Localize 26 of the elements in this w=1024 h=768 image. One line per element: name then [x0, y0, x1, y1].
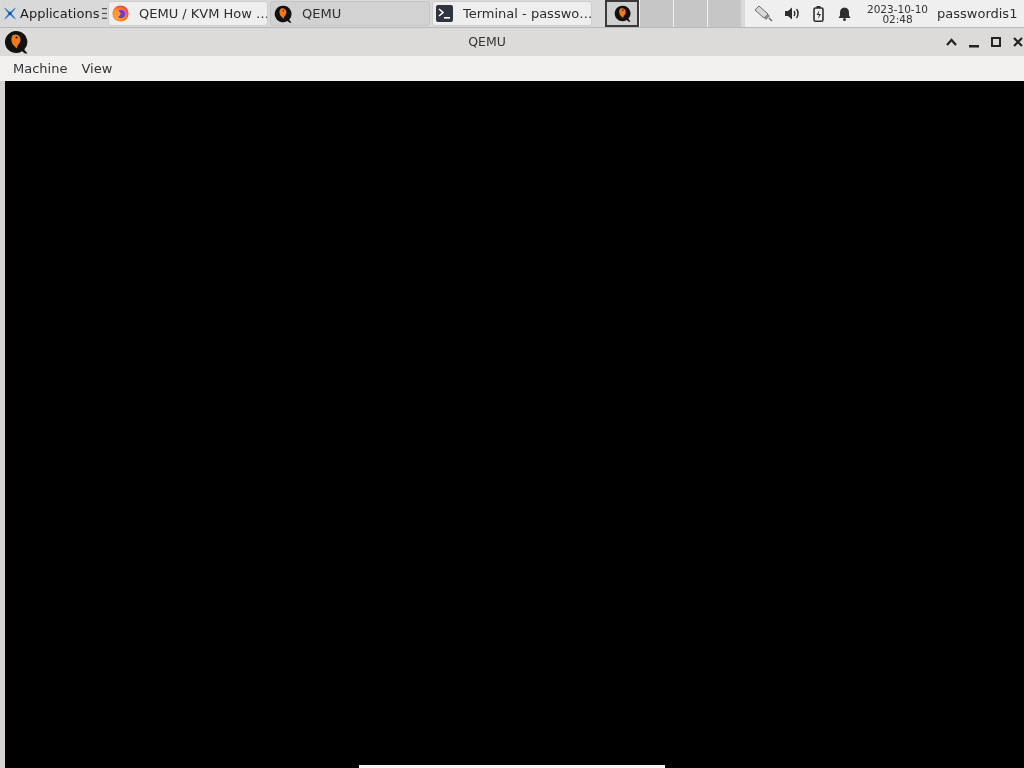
- plug-icon[interactable]: [754, 5, 774, 22]
- maximize-icon[interactable]: [991, 37, 1001, 47]
- user-name[interactable]: passwordis1: [937, 3, 1018, 24]
- taskbar-button[interactable]: QEMU / KVM How …: [108, 1, 268, 26]
- q-logo-icon: [4, 30, 28, 54]
- menu-item[interactable]: View: [74, 58, 120, 79]
- cross-logo-icon: [3, 6, 17, 21]
- chevron-up-icon[interactable]: [946, 38, 957, 46]
- workspace-button[interactable]: [605, 0, 639, 27]
- applications-menu[interactable]: Applications: [0, 0, 102, 27]
- q-logo-icon: [274, 4, 292, 23]
- minimize-icon[interactable]: [969, 44, 979, 48]
- handle-icon: [102, 8, 108, 19]
- globe-icon: [112, 5, 129, 22]
- clock-time[interactable]: 02:48: [882, 13, 913, 24]
- bell-icon[interactable]: [838, 6, 851, 21]
- taskbar-button[interactable]: QEMU: [270, 1, 430, 26]
- speaker-icon[interactable]: [785, 7, 800, 20]
- battery-icon[interactable]: [813, 5, 824, 22]
- clock-date[interactable]: 2023-10-10: [867, 3, 929, 14]
- q-logo-icon: [613, 5, 631, 22]
- taskbar-button[interactable]: Terminal - passwo…: [432, 1, 592, 26]
- window-title: QEMU: [467, 32, 507, 51]
- menu-item[interactable]: Machine: [6, 58, 75, 79]
- close-icon[interactable]: [1013, 37, 1023, 47]
- terminal-icon: [436, 5, 453, 22]
